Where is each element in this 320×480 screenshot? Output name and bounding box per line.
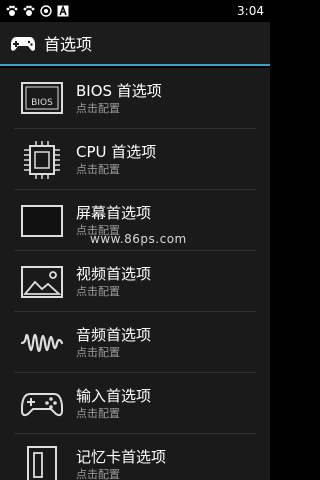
status-icons [6,5,69,17]
list-item-input[interactable]: 输入首选项 点击配置 [0,373,270,434]
item-title: 记忆卡首选项 [76,447,167,466]
list-item-bios[interactable]: BIOS BIOS 首选项 点击配置 [0,68,270,129]
list-item-audio[interactable]: 音频首选项 点击配置 [0,312,270,373]
item-title: 音频首选项 [76,325,152,344]
record-icon [40,5,52,17]
item-title: 输入首选项 [76,386,152,405]
bios-chip-icon: BIOS [21,81,63,114]
picture-icon [21,265,63,298]
page-title: 首选项 [44,35,93,54]
item-subtitle: 点击配置 [76,284,120,298]
item-subtitle: 点击配置 [76,162,120,176]
item-subtitle: 点击配置 [76,406,120,420]
gamepad-icon [21,392,63,416]
cpu-icon [24,140,60,179]
item-title: 屏幕首选项 [76,203,152,222]
paw-icon [6,5,18,16]
list-item-video[interactable]: 视频首选项 点击配置 [0,251,270,312]
list-item-cpu[interactable]: CPU 首选项 点击配置 [0,129,270,190]
status-time: 3:04 [237,4,264,18]
watermark: www.86ps.com [90,232,187,246]
memory-card-icon [27,445,57,480]
status-bar: 3:04 [0,0,270,22]
paw-icon [23,5,35,16]
item-title: BIOS 首选项 [76,81,162,100]
audio-wave-icon [20,333,64,352]
item-subtitle: 点击配置 [76,467,120,480]
item-title: CPU 首选项 [76,142,157,161]
preferences-list: BIOS BIOS 首选项 点击配置 CPU 首选项 点击配置 屏幕首选项 点击… [0,68,270,480]
list-item-memory-card[interactable]: 记忆卡首选项 点击配置 [0,434,270,480]
item-subtitle: 点击配置 [76,101,120,115]
screen-icon [21,204,63,237]
a-icon [57,5,69,17]
item-title: 视频首选项 [76,264,152,283]
action-bar: 首选项 [0,22,270,66]
item-subtitle: 点击配置 [76,345,120,359]
gamepad-icon[interactable] [10,32,36,54]
bios-icon-label: BIOS [31,98,53,108]
